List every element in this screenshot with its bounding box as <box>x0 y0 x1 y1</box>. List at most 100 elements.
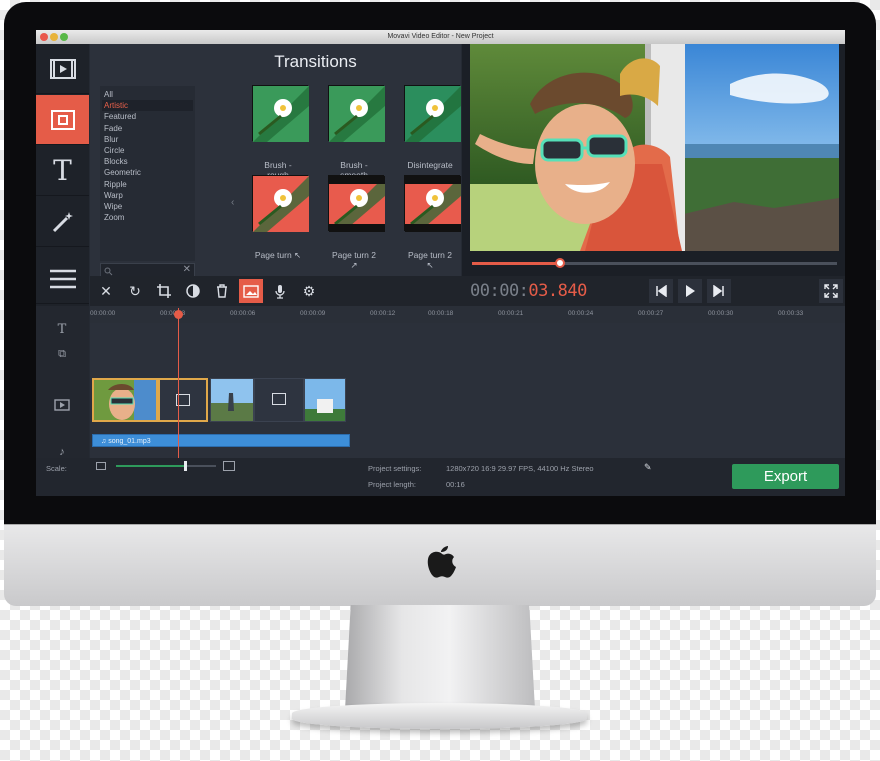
playhead-line <box>178 308 179 460</box>
transition-label: Disintegrate <box>407 160 453 170</box>
transition-thumbnail[interactable] <box>252 175 309 232</box>
ruler-tick-label: 00:00:09 <box>300 310 326 317</box>
transition-clip-1[interactable] <box>158 378 208 422</box>
category-item[interactable]: Geometric <box>102 167 193 178</box>
project-settings-value: 1280x720 16:9 29.97 FPS, 44100 Hz Stereo <box>446 464 594 473</box>
search-icon <box>104 267 113 276</box>
project-length-value: 00:16 <box>446 480 465 489</box>
category-item[interactable]: Blur <box>102 134 193 145</box>
sidebar-item-import[interactable] <box>36 44 89 94</box>
audio-clip[interactable]: ♫ song_01.mp3 <box>92 434 350 447</box>
transition-thumbnail[interactable] <box>404 175 461 232</box>
transition-thumbnail[interactable] <box>404 85 461 142</box>
clear-search-icon[interactable]: ✕ <box>183 264 191 275</box>
sidebar-item-titles[interactable]: T <box>36 146 89 196</box>
next-frame-button[interactable] <box>707 279 731 303</box>
gear-icon: ⚙ <box>302 282 316 299</box>
seek-progress <box>472 262 560 265</box>
ruler-tick-label: 00:00:21 <box>498 310 524 317</box>
category-item[interactable]: Fade <box>102 123 193 134</box>
timeline-ruler[interactable]: 00:00:00 00:00:03 00:00:06 00:00:09 00:00:12… <box>90 306 845 323</box>
ruler-tick-label: 00:00:27 <box>638 310 664 317</box>
scale-slider[interactable] <box>116 465 186 467</box>
transition-clip-2[interactable] <box>254 378 304 422</box>
status-bar: Scale: Project settings: 1280x720 16:9 2… <box>36 458 845 496</box>
ruler-tick-label: 00:00:33 <box>778 310 804 317</box>
ruler-tick-label: 00:00:12 <box>370 310 396 317</box>
sidebar-item-transitions[interactable] <box>36 95 89 145</box>
seek-handle[interactable] <box>554 258 565 268</box>
ruler-tick-label: 00:00:06 <box>230 310 256 317</box>
zoom-in-icon[interactable] <box>223 461 235 471</box>
category-item[interactable]: All <box>102 89 193 100</box>
scale-slider-track <box>186 465 216 467</box>
zoom-out-icon[interactable] <box>96 462 106 470</box>
ruler-tick-label: 00:00:00 <box>90 310 116 317</box>
ruler-tick-label: 00:00:30 <box>708 310 734 317</box>
export-button[interactable]: Export <box>732 464 839 489</box>
skip-back-icon <box>656 285 667 297</box>
title-bar: Movavi Video Editor - New Project <box>36 30 845 44</box>
fullscreen-icon <box>824 284 838 298</box>
text-track-icon: T <box>57 322 67 337</box>
transitions-icon <box>50 109 75 130</box>
project-settings-label: Project settings: <box>368 464 422 473</box>
playhead-handle[interactable] <box>174 310 183 319</box>
magic-wand-icon <box>52 211 73 232</box>
fullscreen-button[interactable] <box>819 279 843 303</box>
category-item[interactable]: Zoom <box>102 212 193 223</box>
transition-label: Page turn ↖ <box>254 250 302 260</box>
category-item[interactable]: Wipe <box>102 201 193 212</box>
monitor-stand-neck <box>345 605 535 710</box>
category-item[interactable]: Ripple <box>102 179 193 190</box>
track-headers: T ⧉ ♪ <box>36 306 89 458</box>
close-window-button[interactable] <box>40 33 48 41</box>
color-adjust-button[interactable] <box>181 279 205 303</box>
transition-thumbnail[interactable] <box>328 85 385 142</box>
contrast-icon <box>186 284 200 298</box>
settings-button[interactable]: ⚙ <box>297 279 321 303</box>
minimize-window-button[interactable] <box>50 33 58 41</box>
maximize-window-button[interactable] <box>60 33 68 41</box>
video-clip-3[interactable] <box>304 378 346 422</box>
app-window: Movavi Video Editor - New Project T Tran… <box>36 30 845 496</box>
collapse-arrow-icon[interactable]: ‹ <box>231 197 234 208</box>
panel-title: Transitions <box>274 52 357 71</box>
delete-button[interactable] <box>210 279 234 303</box>
clip-properties-button[interactable] <box>239 279 263 303</box>
window-title: Movavi Video Editor - New Project <box>387 33 494 40</box>
sidebar-item-more[interactable] <box>36 254 89 304</box>
skip-forward-icon <box>713 285 724 297</box>
edit-toolbar: ✕ ↻ ⚙ 00:00:03.840 <box>90 276 845 306</box>
sidebar-item-filters[interactable] <box>36 197 89 247</box>
rotate-button[interactable]: ↻ <box>123 279 147 303</box>
transition-icon <box>272 393 286 405</box>
scale-label: Scale: <box>46 464 67 473</box>
menu-icon <box>49 269 76 288</box>
crop-button[interactable] <box>152 279 176 303</box>
transition-label: Page turn 2 ↗ <box>332 250 376 270</box>
play-button[interactable] <box>678 279 702 303</box>
transition-thumbnail[interactable] <box>328 175 385 232</box>
category-item[interactable]: Blocks <box>102 156 193 167</box>
timecode-display: 00:00:03.840 <box>470 281 587 301</box>
seek-bar[interactable] <box>472 258 837 268</box>
video-track-icon <box>52 399 72 414</box>
overlay-track-icon: ⧉ <box>58 348 66 360</box>
category-item[interactable]: Circle <box>102 145 193 156</box>
previous-frame-button[interactable] <box>649 279 673 303</box>
edit-settings-icon[interactable]: ✎ <box>644 462 652 473</box>
ruler-tick-label: 00:00:18 <box>428 310 454 317</box>
scale-slider-handle[interactable] <box>184 461 187 471</box>
category-item[interactable]: Artistic <box>102 100 193 112</box>
transition-thumbnail[interactable] <box>252 85 309 142</box>
category-item[interactable]: Warp <box>102 190 193 201</box>
video-clip-2[interactable] <box>210 378 254 422</box>
video-clip-1[interactable] <box>92 378 158 422</box>
text-icon: T <box>53 154 72 187</box>
record-audio-button[interactable] <box>268 279 292 303</box>
category-list: All Artistic Featured Fade Blur Circle Blocks G… <box>100 86 195 261</box>
cut-button[interactable]: ✕ <box>94 279 118 303</box>
trash-icon <box>217 284 227 298</box>
category-item[interactable]: Featured <box>102 111 193 122</box>
